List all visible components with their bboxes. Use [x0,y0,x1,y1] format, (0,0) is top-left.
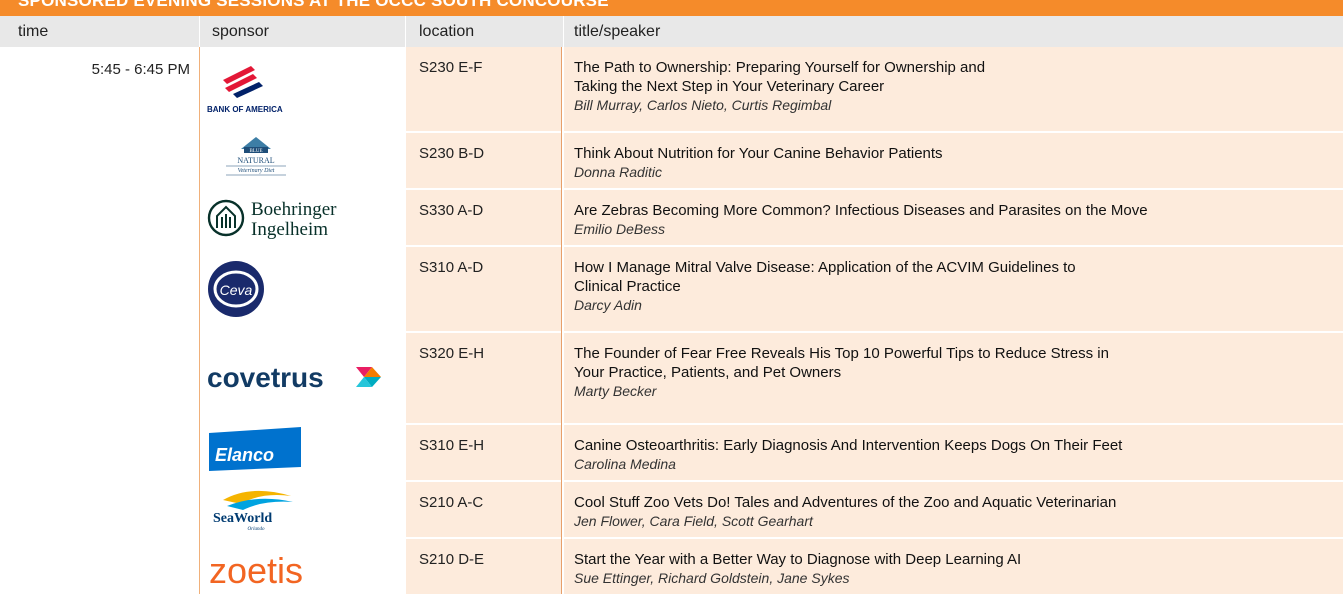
session-title-line2: Your Practice, Patients, and Pet Owners [574,364,842,381]
sponsor-logo-elanco: Elanco [201,425,404,480]
zoetis-icon: zoetis [209,550,303,591]
session-row: covetrus S320 E-H The Founder of Fear Fr… [0,333,1343,423]
title-cell: Think About Nutrition for Your Canine Be… [564,133,1343,188]
location-cell: S230 B-D [406,133,561,188]
session-title-line1: The Founder of Fear Free Reveals His Top… [574,345,1109,362]
sponsor-logo-blue-natural: BLUE NATURAL Veterinary Diet [201,133,404,188]
sponsor-logo-seaworld: SeaWorld Orlando [201,482,404,537]
title-cell: Canine Osteoarthritis: Early Diagnosis A… [564,425,1343,480]
session-row: Boehringer Ingelheim S330 A-D Are Zebras… [0,190,1343,245]
session-row: SeaWorld Orlando S210 A-C Cool Stuff Zoo… [0,482,1343,537]
location-text: S310 E-H [419,437,485,454]
speaker-names: Darcy Adin [574,297,642,313]
column-divider [561,47,562,594]
speaker-names: Emilio DeBess [574,221,666,237]
speaker-names: Bill Murray, Carlos Nieto, Curtis Regimb… [574,97,832,113]
logo-text: Ceva [220,282,253,298]
speaker-names: Marty Becker [574,383,657,399]
location-cell: S310 A-D [406,247,561,331]
location-cell: S330 A-D [406,190,561,245]
session-title-line1: Think About Nutrition for Your Canine Be… [574,145,943,162]
bank-of-america-flag-icon: BANK OF AMERICA [207,66,283,114]
session-row: Elanco S310 E-H Canine Osteoarthritis: E… [0,425,1343,480]
location-cell: S320 E-H [406,333,561,423]
sponsor-logo-bank-of-america: BANK OF AMERICA [201,47,404,131]
title-cell: The Path to Ownership: Preparing Yoursel… [564,47,1343,131]
sponsor-logo-ceva: Ceva [201,247,404,331]
sponsor-logo-zoetis: zoetis [201,539,404,594]
title-cell: Are Zebras Becoming More Common? Infecti… [564,190,1343,245]
session-title-line1: The Path to Ownership: Preparing Yoursel… [574,59,986,76]
elanco-icon: Elanco [209,427,301,471]
title-cell: How I Manage Mitral Valve Disease: Appli… [564,247,1343,331]
logo-text: Boehringer [251,199,337,220]
title-cell: The Founder of Fear Free Reveals His Top… [564,333,1343,423]
session-title-line2: Taking the Next Step in Your Veterinary … [574,78,885,95]
location-text: S310 A-D [419,259,484,276]
location-text: S210 D-E [419,551,485,568]
session-title-line2: Clinical Practice [574,278,681,295]
logo-text: Elanco [215,445,274,465]
session-title-line1: How I Manage Mitral Valve Disease: Appli… [574,259,1076,276]
location-text: S210 A-C [419,494,484,511]
logo-text: zoetis [209,550,303,591]
blue-buffalo-icon: BLUE NATURAL Veterinary Diet [226,137,286,176]
logo-text: Veterinary Diet [238,168,275,174]
speaker-names: Carolina Medina [574,456,676,472]
title-cell: Cool Stuff Zoo Vets Do! Tales and Advent… [564,482,1343,537]
logo-text: SeaWorld [213,511,272,526]
section-banner: SPONSORED EVENING SESSIONS AT THE OCCC S… [0,0,1343,16]
location-cell: S210 A-C [406,482,561,537]
logo-text: BANK OF AMERICA [207,105,283,114]
speaker-names: Sue Ettinger, Richard Goldstein, Jane Sy… [574,570,850,586]
column-header-row: time sponsor location title/speaker [0,16,1343,47]
column-header-time: time [18,23,49,40]
ceva-icon: Ceva [208,261,264,317]
column-header-sponsor: sponsor [212,23,269,40]
speaker-names: Jen Flower, Cara Field, Scott Gearhart [574,513,813,529]
sponsor-logo-boehringer-ingelheim: Boehringer Ingelheim [201,190,404,245]
covetrus-icon: covetrus [207,362,381,393]
session-row: BANK OF AMERICA S230 E-F The Path to Own… [0,47,1343,131]
session-row: BLUE NATURAL Veterinary Diet S230 B-D Th… [0,133,1343,188]
logo-text: Ingelheim [251,219,328,240]
location-text: S330 A-D [419,202,484,219]
sponsor-logo-covetrus: covetrus [201,333,404,423]
logo-text: covetrus [207,362,324,393]
location-cell: S210 D-E [406,539,561,594]
session-row: Ceva S310 A-D How I Manage Mitral Valve … [0,247,1343,331]
banner-title: SPONSORED EVENING SESSIONS AT THE OCCC S… [18,0,609,10]
column-header-title: title/speaker [574,23,661,40]
boehringer-ingelheim-icon: Boehringer Ingelheim [207,199,337,240]
column-header-location: location [419,23,475,40]
speaker-names: Donna Raditic [574,164,662,180]
logo-text: Orlando [248,527,265,532]
location-text: S230 B-D [419,145,485,162]
location-cell: S310 E-H [406,425,561,480]
location-text: S320 E-H [419,345,485,362]
seaworld-icon: SeaWorld Orlando [213,490,293,532]
session-title-line1: Cool Stuff Zoo Vets Do! Tales and Advent… [574,494,1117,511]
location-text: S230 E-F [419,59,483,76]
logo-text: BLUE [249,149,262,154]
session-title-line1: Canine Osteoarthritis: Early Diagnosis A… [574,437,1123,454]
session-title-line1: Are Zebras Becoming More Common? Infecti… [574,202,1148,219]
session-title-line1: Start the Year with a Better Way to Diag… [574,551,1022,568]
logo-text: NATURAL [237,156,274,165]
title-cell: Start the Year with a Better Way to Diag… [564,539,1343,594]
location-cell: S230 E-F [406,47,561,131]
session-row: zoetis S210 D-E Start the Year with a Be… [0,539,1343,594]
